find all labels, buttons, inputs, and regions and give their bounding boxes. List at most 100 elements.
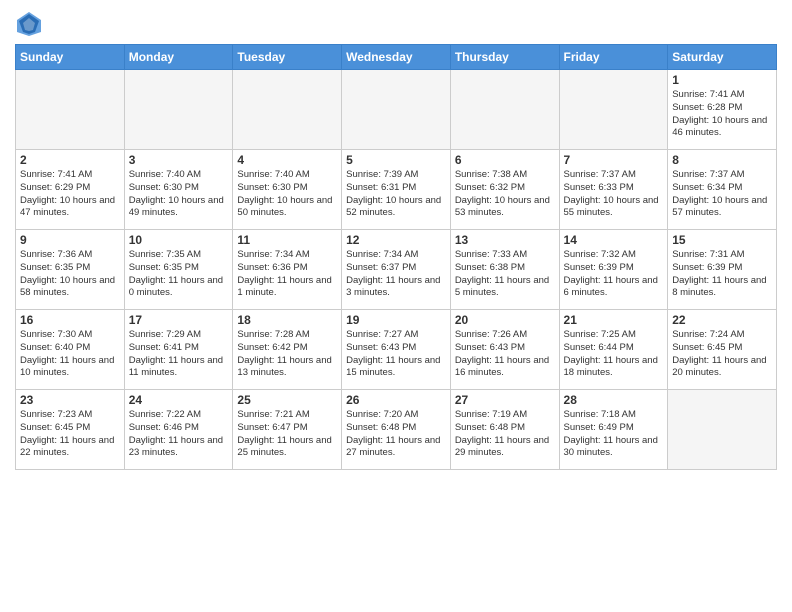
day-cell: 19 Sunrise: 7:27 AM Sunset: 6:43 PM Dayli…: [342, 310, 451, 390]
day-info: Sunrise: 7:29 AM Sunset: 6:41 PM Dayligh…: [129, 329, 229, 380]
day-cell: [124, 70, 233, 150]
week-row-1: 1Sunrise: 7:41 AM Sunset: 6:28 PM Daylig…: [16, 70, 777, 150]
day-number: 25: [237, 393, 337, 407]
day-info: Sunrise: 7:40 AM Sunset: 6:30 PM Dayligh…: [129, 169, 229, 220]
day-info: Sunrise: 7:22 AM Sunset: 6:46 PM Dayligh…: [129, 409, 229, 460]
day-cell: 7 Sunrise: 7:37 AM Sunset: 6:33 PM Daylig…: [559, 150, 668, 230]
day-number: 12: [346, 233, 446, 247]
day-number: 17: [129, 313, 229, 327]
day-cell: 10 Sunrise: 7:35 AM Sunset: 6:35 PM Dayli…: [124, 230, 233, 310]
day-cell: 17 Sunrise: 7:29 AM Sunset: 6:41 PM Dayli…: [124, 310, 233, 390]
day-info: Sunrise: 7:18 AM Sunset: 6:49 PM Dayligh…: [564, 409, 664, 460]
day-number: 22: [672, 313, 772, 327]
day-cell: 12 Sunrise: 7:34 AM Sunset: 6:37 PM Dayli…: [342, 230, 451, 310]
day-info: Sunrise: 7:26 AM Sunset: 6:43 PM Dayligh…: [455, 329, 555, 380]
day-cell: 28Sunrise: 7:18 AM Sunset: 6:49 PM Dayli…: [559, 390, 668, 470]
col-header-monday: Monday: [124, 45, 233, 70]
day-cell: 24 Sunrise: 7:22 AM Sunset: 6:46 PM Dayli…: [124, 390, 233, 470]
day-info: Sunrise: 7:39 AM Sunset: 6:31 PM Dayligh…: [346, 169, 446, 220]
day-info: Sunrise: 7:28 AM Sunset: 6:42 PM Dayligh…: [237, 329, 337, 380]
day-cell: 16 Sunrise: 7:30 AM Sunset: 6:40 PM Dayli…: [16, 310, 125, 390]
col-header-sunday: Sunday: [16, 45, 125, 70]
day-cell: 11 Sunrise: 7:34 AM Sunset: 6:36 PM Dayli…: [233, 230, 342, 310]
day-cell: 20 Sunrise: 7:26 AM Sunset: 6:43 PM Dayli…: [450, 310, 559, 390]
day-number: 6: [455, 153, 555, 167]
day-number: 23: [20, 393, 120, 407]
day-cell: 9 Sunrise: 7:36 AM Sunset: 6:35 PM Daylig…: [16, 230, 125, 310]
day-info: Sunrise: 7:36 AM Sunset: 6:35 PM Dayligh…: [20, 249, 120, 300]
day-cell: [233, 70, 342, 150]
calendar-header-row: SundayMondayTuesdayWednesdayThursdayFrid…: [16, 45, 777, 70]
week-row-5: 23 Sunrise: 7:23 AM Sunset: 6:45 PM Dayli…: [16, 390, 777, 470]
day-info: Sunrise: 7:32 AM Sunset: 6:39 PM Dayligh…: [564, 249, 664, 300]
day-info: Sunrise: 7:38 AM Sunset: 6:32 PM Dayligh…: [455, 169, 555, 220]
day-info: Sunrise: 7:19 AM Sunset: 6:48 PM Dayligh…: [455, 409, 555, 460]
day-cell: 2 Sunrise: 7:41 AM Sunset: 6:29 PM Daylig…: [16, 150, 125, 230]
day-cell: [342, 70, 451, 150]
day-number: 9: [20, 233, 120, 247]
day-cell: 13 Sunrise: 7:33 AM Sunset: 6:38 PM Dayli…: [450, 230, 559, 310]
day-cell: 18 Sunrise: 7:28 AM Sunset: 6:42 PM Dayli…: [233, 310, 342, 390]
day-info: Sunrise: 7:21 AM Sunset: 6:47 PM Dayligh…: [237, 409, 337, 460]
col-header-saturday: Saturday: [668, 45, 777, 70]
day-cell: 4 Sunrise: 7:40 AM Sunset: 6:30 PM Daylig…: [233, 150, 342, 230]
day-info: Sunrise: 7:30 AM Sunset: 6:40 PM Dayligh…: [20, 329, 120, 380]
day-info: Sunrise: 7:40 AM Sunset: 6:30 PM Dayligh…: [237, 169, 337, 220]
day-info: Sunrise: 7:23 AM Sunset: 6:45 PM Dayligh…: [20, 409, 120, 460]
day-number: 18: [237, 313, 337, 327]
page: SundayMondayTuesdayWednesdayThursdayFrid…: [0, 0, 792, 612]
day-cell: 14 Sunrise: 7:32 AM Sunset: 6:39 PM Dayli…: [559, 230, 668, 310]
day-number: 19: [346, 313, 446, 327]
day-number: 13: [455, 233, 555, 247]
header: [15, 10, 777, 38]
day-info: Sunrise: 7:27 AM Sunset: 6:43 PM Dayligh…: [346, 329, 446, 380]
day-number: 24: [129, 393, 229, 407]
day-cell: 8 Sunrise: 7:37 AM Sunset: 6:34 PM Daylig…: [668, 150, 777, 230]
day-number: 3: [129, 153, 229, 167]
day-cell: 6 Sunrise: 7:38 AM Sunset: 6:32 PM Daylig…: [450, 150, 559, 230]
day-cell: 26 Sunrise: 7:20 AM Sunset: 6:48 PM Dayli…: [342, 390, 451, 470]
day-number: 4: [237, 153, 337, 167]
day-info: Sunrise: 7:35 AM Sunset: 6:35 PM Dayligh…: [129, 249, 229, 300]
day-info: Sunrise: 7:33 AM Sunset: 6:38 PM Dayligh…: [455, 249, 555, 300]
day-cell: [16, 70, 125, 150]
col-header-wednesday: Wednesday: [342, 45, 451, 70]
calendar-table: SundayMondayTuesdayWednesdayThursdayFrid…: [15, 44, 777, 470]
day-cell: 15Sunrise: 7:31 AM Sunset: 6:39 PM Dayli…: [668, 230, 777, 310]
day-info: Sunrise: 7:37 AM Sunset: 6:33 PM Dayligh…: [564, 169, 664, 220]
day-number: 21: [564, 313, 664, 327]
col-header-thursday: Thursday: [450, 45, 559, 70]
day-number: 11: [237, 233, 337, 247]
day-number: 16: [20, 313, 120, 327]
col-header-friday: Friday: [559, 45, 668, 70]
day-number: 7: [564, 153, 664, 167]
day-cell: 23 Sunrise: 7:23 AM Sunset: 6:45 PM Dayli…: [16, 390, 125, 470]
day-info: Sunrise: 7:20 AM Sunset: 6:48 PM Dayligh…: [346, 409, 446, 460]
day-number: 14: [564, 233, 664, 247]
day-info: Sunrise: 7:24 AM Sunset: 6:45 PM Dayligh…: [672, 329, 772, 380]
day-cell: 5Sunrise: 7:39 AM Sunset: 6:31 PM Daylig…: [342, 150, 451, 230]
col-header-tuesday: Tuesday: [233, 45, 342, 70]
day-cell: [559, 70, 668, 150]
day-cell: 1Sunrise: 7:41 AM Sunset: 6:28 PM Daylig…: [668, 70, 777, 150]
day-number: 20: [455, 313, 555, 327]
logo-icon: [15, 10, 43, 38]
day-cell: 21 Sunrise: 7:25 AM Sunset: 6:44 PM Dayli…: [559, 310, 668, 390]
day-info: Sunrise: 7:37 AM Sunset: 6:34 PM Dayligh…: [672, 169, 772, 220]
day-info: Sunrise: 7:34 AM Sunset: 6:37 PM Dayligh…: [346, 249, 446, 300]
week-row-4: 16 Sunrise: 7:30 AM Sunset: 6:40 PM Dayli…: [16, 310, 777, 390]
day-number: 27: [455, 393, 555, 407]
day-number: 8: [672, 153, 772, 167]
day-number: 2: [20, 153, 120, 167]
day-number: 1: [672, 73, 772, 87]
logo: [15, 10, 47, 38]
day-number: 10: [129, 233, 229, 247]
day-number: 15: [672, 233, 772, 247]
day-cell: 27 Sunrise: 7:19 AM Sunset: 6:48 PM Dayli…: [450, 390, 559, 470]
week-row-2: 2 Sunrise: 7:41 AM Sunset: 6:29 PM Daylig…: [16, 150, 777, 230]
day-number: 26: [346, 393, 446, 407]
day-cell: [668, 390, 777, 470]
day-info: Sunrise: 7:34 AM Sunset: 6:36 PM Dayligh…: [237, 249, 337, 300]
day-info: Sunrise: 7:25 AM Sunset: 6:44 PM Dayligh…: [564, 329, 664, 380]
day-info: Sunrise: 7:41 AM Sunset: 6:29 PM Dayligh…: [20, 169, 120, 220]
